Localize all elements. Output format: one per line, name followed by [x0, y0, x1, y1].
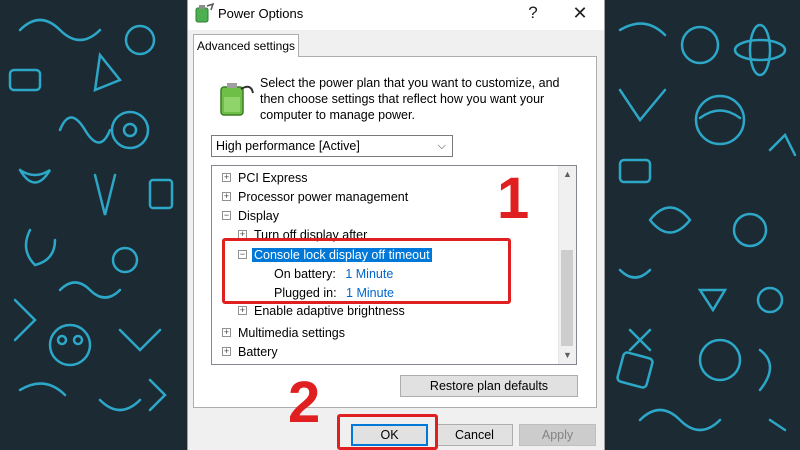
expand-icon[interactable]: +	[222, 347, 231, 356]
close-icon[interactable]: ✕	[558, 1, 602, 25]
tree-item-display[interactable]: − Display	[222, 207, 279, 225]
expand-icon[interactable]: +	[222, 328, 231, 337]
scroll-down-icon[interactable]: ▼	[559, 347, 576, 364]
tree-item-multimedia[interactable]: + Multimedia settings	[222, 324, 345, 342]
restore-defaults-button[interactable]: Restore plan defaults	[400, 375, 578, 397]
tree-scrollbar[interactable]: ▲ ▼	[558, 166, 576, 364]
power-plan-selected: High performance [Active]	[216, 139, 360, 153]
apply-button[interactable]: Apply	[519, 424, 596, 446]
power-options-dialog: Power Options ? ✕ Advanced settings Sele…	[187, 0, 605, 450]
highlight-ok-button	[337, 414, 438, 450]
step-1-label: 1	[497, 166, 530, 231]
tree-item-battery[interactable]: + Battery	[222, 343, 278, 361]
power-plan-select[interactable]: High performance [Active] ⌵	[211, 135, 453, 157]
title-bar[interactable]: Power Options ? ✕	[188, 0, 604, 30]
power-options-icon	[195, 2, 215, 23]
chevron-down-icon: ⌵	[437, 140, 446, 152]
battery-plan-icon	[220, 83, 254, 116]
advanced-settings-panel: Select the power plan that you want to c…	[193, 56, 597, 408]
tree-item-adaptive-brightness[interactable]: + Enable adaptive brightness	[238, 302, 405, 320]
tree-item-pci-express[interactable]: + PCI Express	[222, 169, 307, 187]
tree-item-processor-power[interactable]: + Processor power management	[222, 188, 408, 206]
step-2-label: 2	[288, 370, 321, 435]
expand-icon[interactable]: +	[222, 173, 231, 182]
plan-description: Select the power plan that you want to c…	[260, 76, 560, 122]
scroll-up-icon[interactable]: ▲	[559, 166, 576, 183]
highlight-console-lock	[222, 238, 511, 304]
tab-advanced-settings[interactable]: Advanced settings	[193, 34, 299, 57]
window-title: Power Options	[218, 6, 304, 21]
collapse-icon[interactable]: −	[222, 211, 231, 220]
expand-icon[interactable]: +	[238, 306, 247, 315]
scroll-thumb[interactable]	[561, 250, 573, 346]
cancel-button[interactable]: Cancel	[436, 424, 513, 446]
help-icon[interactable]: ?	[513, 1, 553, 25]
expand-icon[interactable]: +	[222, 192, 231, 201]
